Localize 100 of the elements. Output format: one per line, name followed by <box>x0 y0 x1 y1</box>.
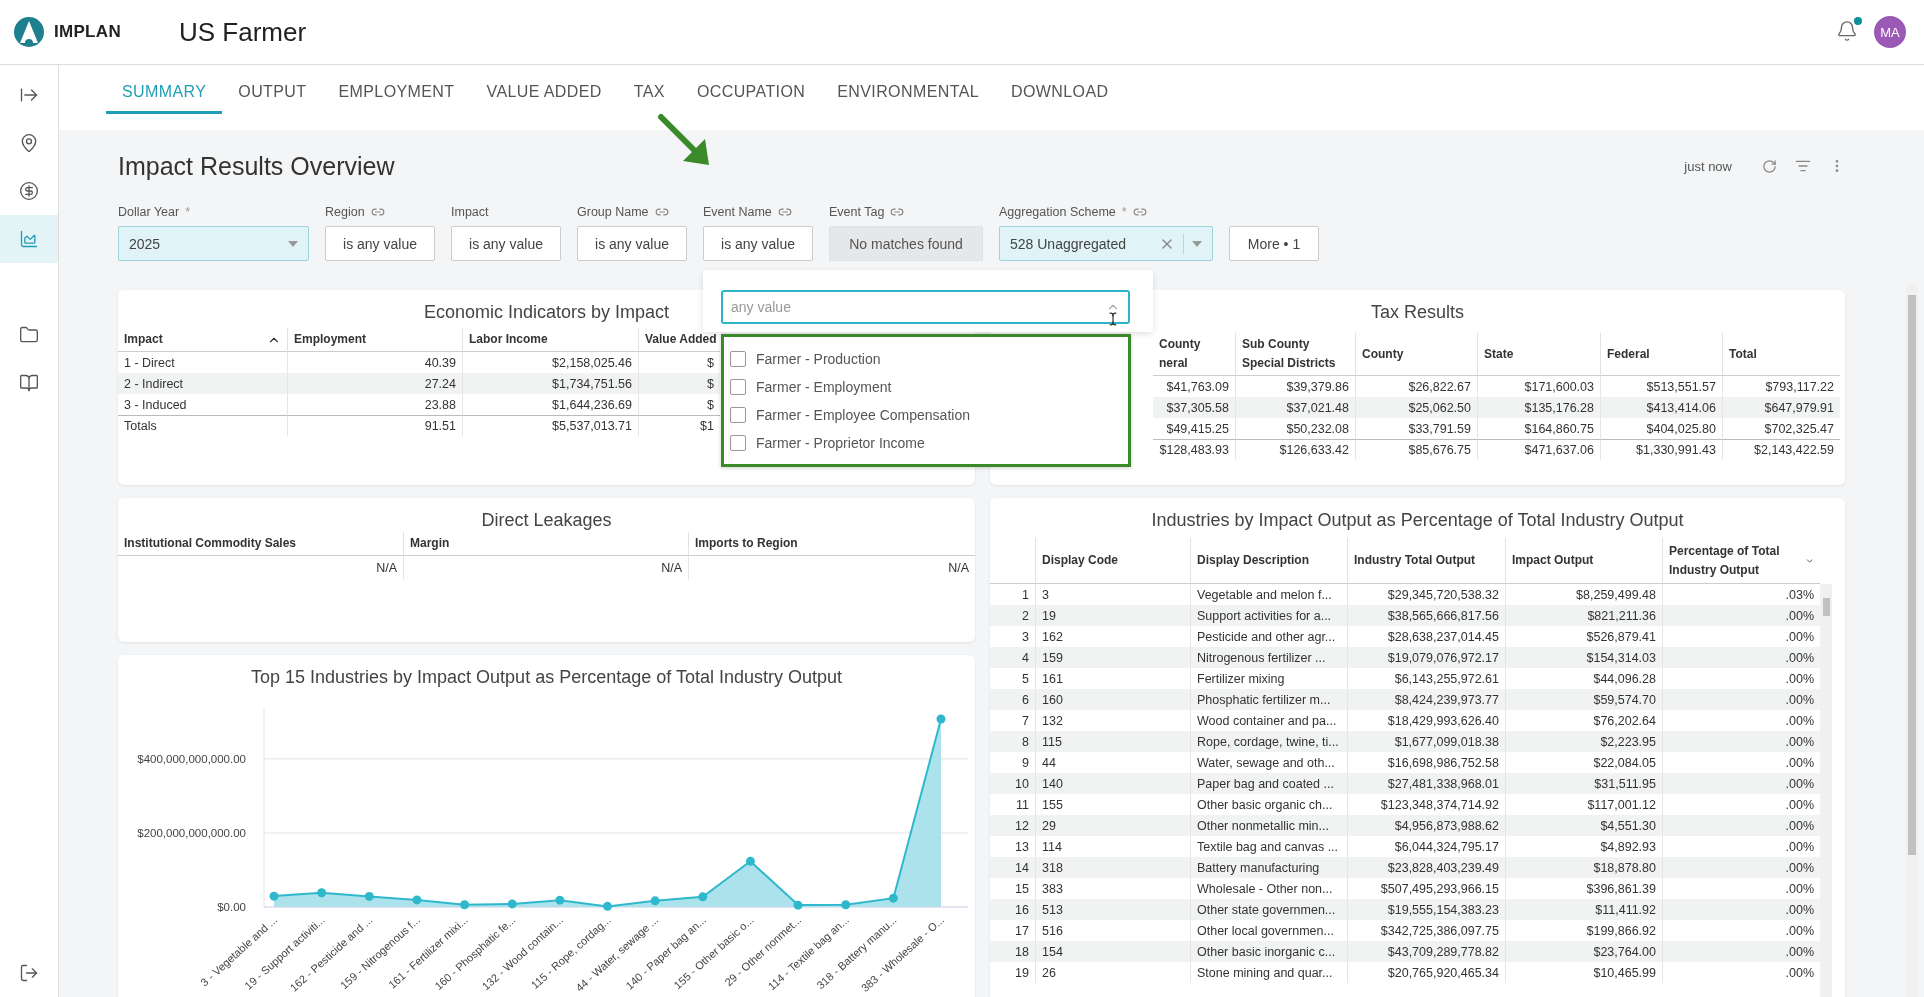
table-cell: 23.88 <box>287 394 462 415</box>
column-header[interactable]: Institutional Commodity Sales <box>118 532 403 556</box>
tab[interactable]: OCCUPATION <box>680 83 822 114</box>
column-header[interactable]: Impact Output <box>1505 538 1662 584</box>
checkbox[interactable] <box>730 379 746 395</box>
table-cell: $43,709,289,778.82 <box>1347 941 1505 962</box>
total-cell: $2,143,422.59 <box>1722 439 1840 460</box>
data-point[interactable] <box>698 892 708 902</box>
column-header[interactable]: Margin <box>403 532 688 556</box>
column-header[interactable]: Labor Income <box>462 328 638 352</box>
row-number: 6 <box>990 689 1035 710</box>
data-point[interactable] <box>364 891 374 901</box>
column-header[interactable]: County <box>1355 333 1477 376</box>
map-pin-icon[interactable] <box>19 133 39 153</box>
data-point[interactable] <box>936 714 946 724</box>
column-header[interactable]: Federal <box>1600 333 1722 376</box>
table-cell: 2 - Indirect <box>118 373 287 394</box>
updated-time: just now <box>1684 158 1732 174</box>
data-point[interactable] <box>793 900 803 910</box>
filter-field[interactable]: is any value <box>703 226 813 261</box>
filter-field[interactable]: is any value <box>451 226 561 261</box>
table-cell: .00% <box>1662 605 1820 626</box>
column-header[interactable]: Display Code <box>1035 538 1190 584</box>
column-header[interactable]: Industry Total Output <box>1347 538 1505 584</box>
column-header[interactable]: Total <box>1722 333 1840 376</box>
column-header[interactable]: County neral <box>1153 333 1235 376</box>
link-icon[interactable] <box>654 205 669 219</box>
table-cell: Stone mining and quar... <box>1190 962 1347 983</box>
required-mark: * <box>185 205 191 219</box>
option-item[interactable]: Farmer - Employment <box>724 373 1128 401</box>
data-point[interactable] <box>603 901 612 911</box>
tab[interactable]: EMPLOYMENT <box>322 83 471 114</box>
table-cell: $2,223.95 <box>1505 731 1662 752</box>
column-header[interactable]: Impact <box>118 328 287 352</box>
table-cell: .00% <box>1662 815 1820 836</box>
dollar-icon[interactable] <box>19 181 39 201</box>
table-cell: 27.24 <box>287 373 462 394</box>
chart-icon[interactable] <box>19 229 39 249</box>
data-point[interactable] <box>412 895 422 905</box>
row-number: 18 <box>990 941 1035 962</box>
tab[interactable]: VALUE ADDED <box>470 83 618 114</box>
filter-field[interactable]: is any value <box>325 226 435 261</box>
column-header[interactable]: Imports to Region <box>688 532 975 556</box>
option-item[interactable]: Farmer - Employee Compensation <box>724 401 1128 429</box>
page-title: Impact Results Overview <box>118 151 395 181</box>
total-cell: Totals <box>118 415 287 436</box>
data-point[interactable] <box>888 893 898 903</box>
data-point[interactable] <box>841 900 851 910</box>
table-cell: $27,481,338,968.01 <box>1347 773 1505 794</box>
table-cell: $38,565,666,817.56 <box>1347 605 1505 626</box>
link-icon[interactable] <box>1132 205 1147 219</box>
refresh-icon[interactable] <box>1762 158 1777 174</box>
bell-icon[interactable] <box>1836 20 1858 42</box>
link-icon[interactable] <box>777 205 792 219</box>
tab[interactable]: OUTPUT <box>222 83 323 114</box>
total-cell: $471,637.06 <box>1477 439 1600 460</box>
aggregation-select[interactable]: 528 Unaggregated <box>999 226 1213 261</box>
table-cell: $647,979.91 <box>1722 397 1840 418</box>
filter-label: Aggregation Scheme <box>999 205 1116 219</box>
checkbox[interactable] <box>730 351 746 367</box>
column-header[interactable]: Employment <box>287 328 462 352</box>
user-avatar[interactable]: MA <box>1874 16 1906 48</box>
option-item[interactable]: Farmer - Production <box>724 345 1128 373</box>
data-point[interactable] <box>460 900 470 910</box>
tab[interactable]: DOWNLOAD <box>995 83 1125 114</box>
dollar-year-select[interactable]: 2025 <box>118 226 309 261</box>
logout-icon[interactable] <box>19 963 39 983</box>
data-point[interactable] <box>745 856 755 866</box>
sidebar-item[interactable] <box>0 215 58 263</box>
table-cell: .00% <box>1662 689 1820 710</box>
more-button[interactable]: More • 1 <box>1229 226 1319 261</box>
table-cell: 159 <box>1035 647 1190 668</box>
link-icon[interactable] <box>370 205 385 219</box>
tab[interactable]: TAX <box>617 83 681 114</box>
filter-label: Event Tag <box>829 205 885 219</box>
checkbox[interactable] <box>730 435 746 451</box>
filter-field[interactable]: is any value <box>577 226 687 261</box>
folder-icon[interactable] <box>19 325 39 345</box>
row-number: 16 <box>990 899 1035 920</box>
row-number: 12 <box>990 815 1035 836</box>
data-point[interactable] <box>269 891 279 901</box>
total-cell: $5,537,013.71 <box>462 415 638 436</box>
table-cell: $702,325.47 <box>1722 418 1840 439</box>
column-header[interactable]: Display Description <box>1190 538 1347 584</box>
column-header[interactable]: Sub County Special Districts <box>1235 333 1355 376</box>
column-header[interactable]: State <box>1477 333 1600 376</box>
column-header[interactable]: Percentage of Total Industry Output <box>1662 538 1820 584</box>
book-icon[interactable] <box>19 373 39 393</box>
link-icon[interactable] <box>890 205 905 219</box>
scrollbar[interactable] <box>1906 285 1918 997</box>
option-item[interactable]: Farmer - Proprietor Income <box>724 429 1128 457</box>
data-point[interactable] <box>650 896 660 906</box>
data-point[interactable] <box>507 899 517 909</box>
data-point[interactable] <box>555 895 565 905</box>
filter-icon[interactable] <box>1795 158 1811 174</box>
filter-field[interactable]: No matches found <box>829 226 983 261</box>
tab[interactable]: ENVIRONMENTAL <box>821 83 995 114</box>
scrollbar[interactable] <box>1820 584 1832 997</box>
checkbox[interactable] <box>730 407 746 423</box>
data-point[interactable] <box>317 888 327 898</box>
